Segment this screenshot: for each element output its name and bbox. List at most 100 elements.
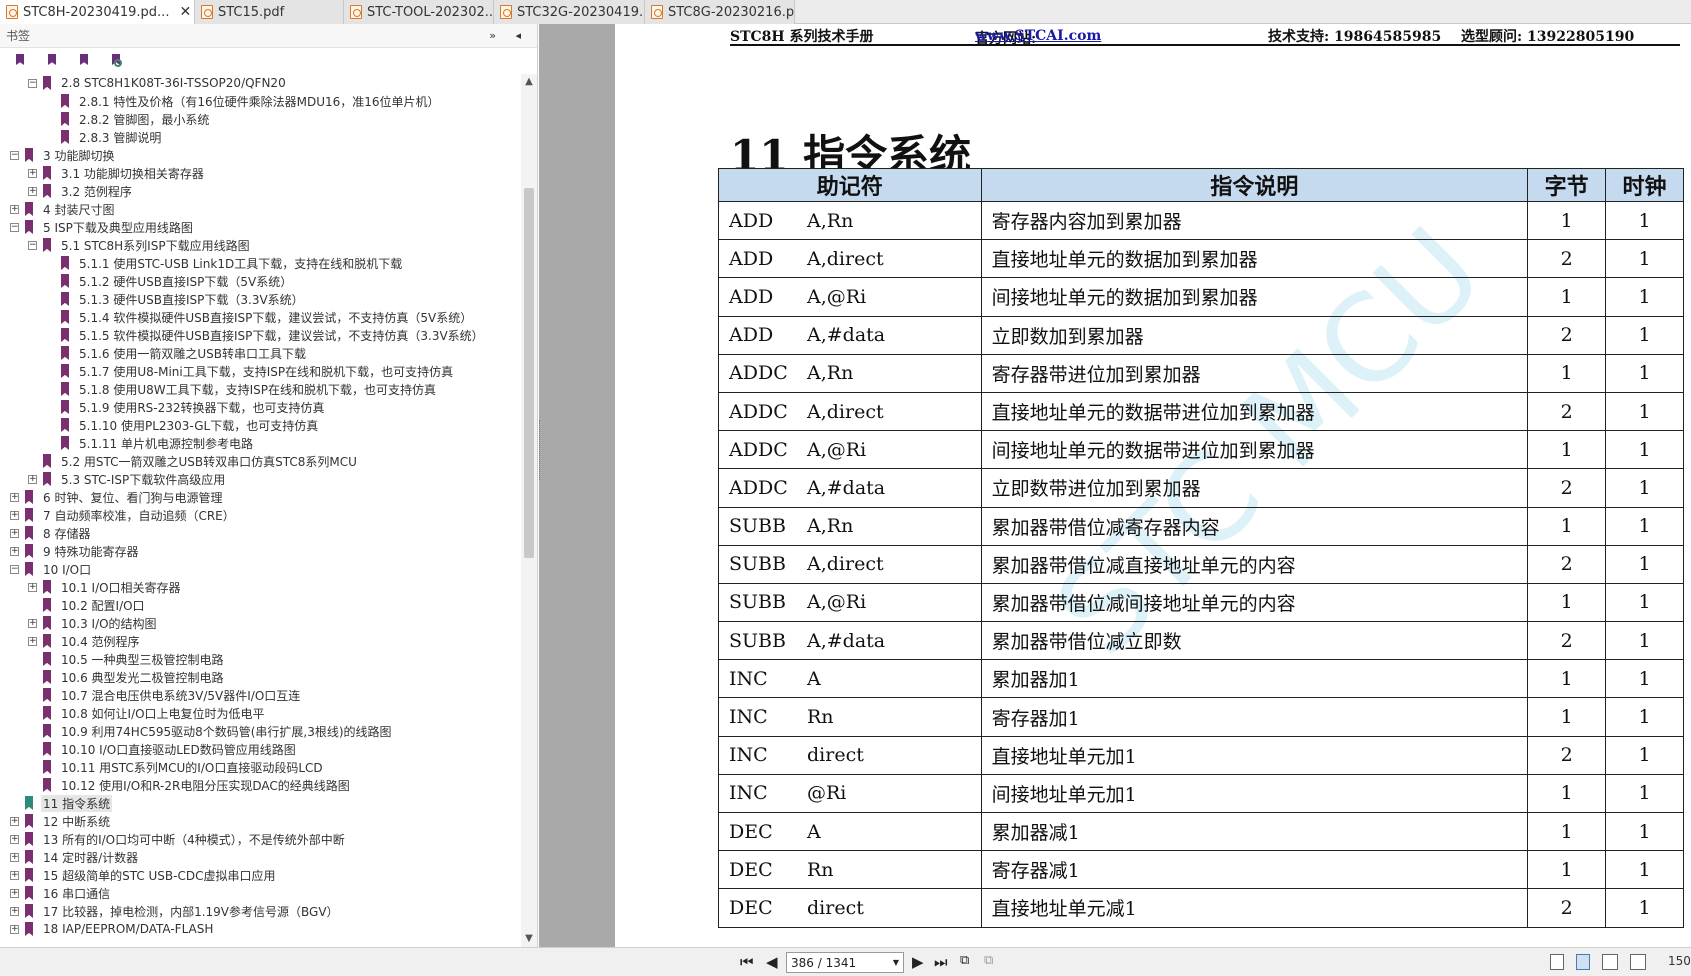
single-page-view-icon[interactable] bbox=[1550, 954, 1564, 970]
collapse-icon[interactable]: − bbox=[10, 222, 19, 232]
prev-page-icon[interactable]: ◀ bbox=[766, 953, 778, 971]
expand-icon[interactable]: + bbox=[10, 906, 19, 916]
bookmark-scrollbar[interactable]: ▲ ▼ bbox=[521, 74, 537, 947]
bookmark-item[interactable]: 5.1.10 使用PL2303-GL下载，也可支持仿真 bbox=[46, 416, 320, 434]
bookmark-item[interactable]: 5.1.8 使用U8W工具下载，支持ISP在线和脱机下载，也可支持仿真 bbox=[46, 380, 438, 398]
back-view-icon[interactable]: ⧉ bbox=[960, 953, 969, 968]
bookmark-item[interactable]: 10.11 用STC系列MCU的I/O口直接驱动段码LCD bbox=[28, 758, 325, 776]
scrollbar-thumb[interactable] bbox=[524, 188, 534, 558]
expand-icon[interactable]: + bbox=[10, 834, 19, 844]
bookmark-item[interactable]: +13 所有的I/O口均可中断（4种模式），不是传统外部中断 bbox=[10, 830, 347, 848]
bookmark-item[interactable]: +4 封装尺寸图 bbox=[10, 200, 116, 218]
collapse-icon[interactable]: − bbox=[10, 150, 19, 160]
bookmark-expand-icon[interactable] bbox=[12, 53, 28, 69]
expand-icon[interactable]: + bbox=[28, 582, 37, 592]
next-page-icon[interactable]: ▶ bbox=[912, 953, 924, 971]
collapse-icon[interactable]: − bbox=[28, 78, 37, 88]
bookmark-item[interactable]: +9 特殊功能寄存器 bbox=[10, 542, 140, 560]
close-icon[interactable]: ✕ bbox=[179, 4, 191, 20]
expand-icon[interactable]: + bbox=[10, 546, 19, 556]
continuous-view-icon[interactable] bbox=[1576, 954, 1590, 970]
expand-icon[interactable]: + bbox=[28, 168, 37, 178]
bookmark-item[interactable]: 5.1.4 软件模拟硬件USB直接ISP下载，建议尝试，不支持仿真（5V系统） bbox=[46, 308, 474, 326]
bookmark-item[interactable]: +17 比较器，掉电检测，内部1.19V参考信号源（BGV） bbox=[10, 902, 341, 920]
tab-stc15[interactable]: STC15.pdf bbox=[195, 0, 344, 24]
panel-controls[interactable]: » ◂ bbox=[489, 29, 529, 42]
bookmark-item[interactable]: 5.2 用STC一箭双雕之USB转双串口仿真STC8系列MCU bbox=[28, 452, 359, 470]
bookmark-item[interactable]: 5.1.3 硬件USB直接ISP下载（3.3V系统） bbox=[46, 290, 306, 308]
tab-stc-tool[interactable]: STC-TOOL-202302... bbox=[344, 0, 494, 24]
bookmark-item[interactable]: +6 时钟、复位、看门狗与电源管理 bbox=[10, 488, 224, 506]
tab-stc32g[interactable]: STC32G-20230419... bbox=[494, 0, 645, 24]
bookmark-item[interactable]: +10.3 I/O的结构图 bbox=[28, 614, 159, 632]
expand-icon[interactable]: + bbox=[10, 816, 19, 826]
bookmark-item[interactable]: 10.2 配置I/O口 bbox=[28, 596, 147, 614]
bookmark-item[interactable]: 10.10 I/O口直接驱动LED数码管应用线路图 bbox=[28, 740, 298, 758]
bookmark-item[interactable]: +3.1 功能脚切换相关寄存器 bbox=[28, 164, 206, 182]
expand-icon[interactable]: + bbox=[28, 186, 37, 196]
bookmark-item[interactable]: +15 超级简单的STC USB-CDC虚拟串口应用 bbox=[10, 866, 277, 884]
chevron-down-icon[interactable]: ▼ bbox=[893, 958, 899, 967]
bookmark-item[interactable]: 10.6 典型发光二极管控制电路 bbox=[28, 668, 226, 686]
site-link[interactable]: www.STCAI.com bbox=[975, 28, 1101, 44]
bookmark-item[interactable]: +16 串口通信 bbox=[10, 884, 112, 902]
bookmark-item[interactable]: 10.12 使用I/O和R-2R电阻分压实现DAC的经典线路图 bbox=[28, 776, 352, 794]
expand-icon[interactable]: + bbox=[10, 204, 19, 214]
expand-icon[interactable]: + bbox=[10, 852, 19, 862]
bookmark-item[interactable]: 2.8.1 特性及价格（有16位硬件乘除法器MDU16，准16位单片机） bbox=[46, 92, 442, 110]
expand-icon[interactable]: + bbox=[10, 888, 19, 898]
bookmark-item[interactable]: 5.1.7 使用U8-Mini工具下载，支持ISP在线和脱机下载，也可支持仿真 bbox=[46, 362, 455, 380]
continuous-facing-view-icon[interactable] bbox=[1630, 954, 1646, 970]
bookmark-item[interactable]: +14 定时器/计数器 bbox=[10, 848, 140, 866]
bookmark-item[interactable]: 2.8.2 管脚图，最小系统 bbox=[46, 110, 211, 128]
collapse-icon[interactable]: − bbox=[10, 564, 19, 574]
expand-icon[interactable]: + bbox=[10, 870, 19, 880]
bookmark-item[interactable]: +7 自动频率校准，自动追频（CRE） bbox=[10, 506, 237, 524]
chevron-up-icon[interactable]: ▲ bbox=[521, 74, 537, 90]
bookmark-find-icon[interactable] bbox=[108, 53, 124, 69]
expand-icon[interactable]: + bbox=[28, 618, 37, 628]
bookmark-item[interactable]: − 10 I/O口 bbox=[10, 560, 93, 578]
expand-icon[interactable]: + bbox=[28, 636, 37, 646]
bookmark-item[interactable]: − 5.1 STC8H系列ISP下载应用线路图 bbox=[28, 236, 252, 254]
expand-icon[interactable]: + bbox=[28, 474, 37, 484]
forward-view-icon[interactable]: ⧉ bbox=[984, 953, 993, 968]
bookmark-item[interactable]: +18 IAP/EEPROM/DATA-FLASH bbox=[10, 920, 215, 938]
bookmark-item[interactable]: 2.8.3 管脚说明 bbox=[46, 128, 163, 146]
bookmark-item[interactable]: 5.1.2 硬件USB直接ISP下载（5V系统） bbox=[46, 272, 294, 290]
bookmark-item[interactable]: 5.1.11 单片机电源控制参考电路 bbox=[46, 434, 255, 452]
tab-stc8g[interactable]: STC8G-20230216.p... bbox=[645, 0, 795, 24]
bookmark-item[interactable]: 5.1.1 使用STC-USB Link1D工具下载，支持在线和脱机下载 bbox=[46, 254, 404, 272]
bookmark-item[interactable]: 10.5 一种典型三极管控制电路 bbox=[28, 650, 226, 668]
facing-view-icon[interactable] bbox=[1602, 954, 1618, 970]
expand-icon[interactable]: + bbox=[10, 510, 19, 520]
zoom-level[interactable]: 150 bbox=[1668, 954, 1691, 968]
bookmark-item[interactable]: +3.2 范例程序 bbox=[28, 182, 134, 200]
page-number-field[interactable]: 386 / 1341 ▼ bbox=[786, 952, 904, 973]
bookmark-item[interactable]: 5.1.6 使用一箭双雕之USB转串口工具下载 bbox=[46, 344, 308, 362]
splitter-handle[interactable] bbox=[539, 420, 543, 480]
bookmark-add-icon[interactable] bbox=[76, 53, 92, 69]
bookmark-item[interactable]: 5.1.9 使用RS-232转换器下载，也可支持仿真 bbox=[46, 398, 327, 416]
bookmark-item[interactable]: +10.1 I/O口相关寄存器 bbox=[28, 578, 183, 596]
bookmark-item[interactable]: 10.8 如何让I/O口上电复位时为低电平 bbox=[28, 704, 267, 722]
bookmark-item[interactable]: +10.4 范例程序 bbox=[28, 632, 142, 650]
bookmark-item[interactable]: 11 指令系统 bbox=[10, 794, 113, 812]
bookmark-item[interactable]: − 3 功能脚切换 bbox=[10, 146, 116, 164]
bookmark-item[interactable]: − 2.8 STC8H1K08T-36I-TSSOP20/QFN20 bbox=[28, 74, 288, 92]
bookmark-item[interactable]: +8 存储器 bbox=[10, 524, 92, 542]
bookmark-collapse-icon[interactable] bbox=[44, 53, 60, 69]
bookmark-item[interactable]: 10.9 利用74HC595驱动8个数码管(串行扩展,3根线)的线路图 bbox=[28, 722, 394, 740]
bookmark-item[interactable]: +5.3 STC-ISP下载软件高级应用 bbox=[28, 470, 227, 488]
collapse-icon[interactable]: − bbox=[28, 240, 37, 250]
tab-stc8h[interactable]: STC8H-20230419.pd... ✕ bbox=[0, 0, 195, 24]
chevron-down-icon[interactable]: ▼ bbox=[521, 931, 537, 947]
bookmark-item[interactable]: +12 中断系统 bbox=[10, 812, 112, 830]
first-page-icon[interactable]: ⏮ bbox=[740, 953, 754, 971]
expand-icon[interactable]: + bbox=[10, 528, 19, 538]
bookmark-item[interactable]: − 5 ISP下载及典型应用线路图 bbox=[10, 218, 195, 236]
expand-icon[interactable]: + bbox=[10, 924, 19, 934]
expand-icon[interactable]: + bbox=[10, 492, 19, 502]
bookmark-item[interactable]: 5.1.5 软件模拟硬件USB直接ISP下载，建议尝试，不支持仿真（3.3V系统… bbox=[46, 326, 486, 344]
bookmark-item[interactable]: 10.7 混合电压供电系统3V/5V器件I/O口互连 bbox=[28, 686, 302, 704]
